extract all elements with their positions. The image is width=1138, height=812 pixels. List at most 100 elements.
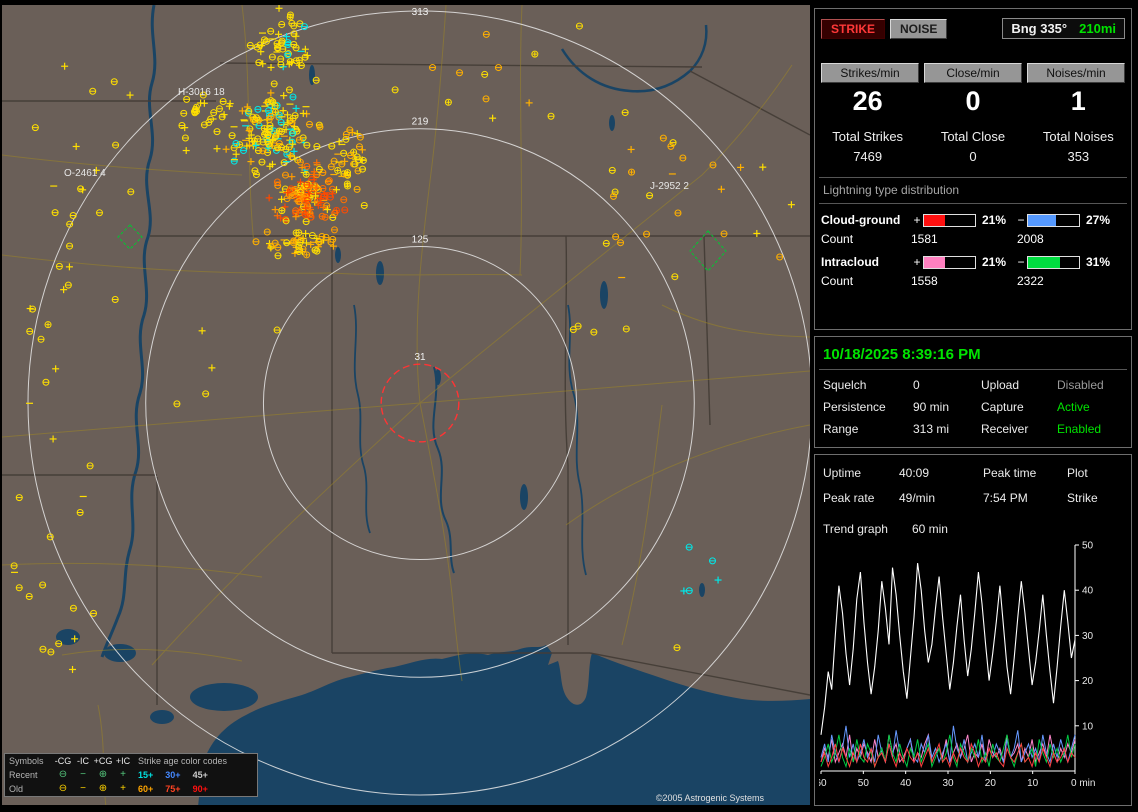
svg-text:313: 313 [412, 7, 429, 18]
circle-plus-icon: ⊕ [93, 769, 113, 781]
cg-minus-count: 2008 [1017, 232, 1125, 246]
svg-text:H-3016 18: H-3016 18 [178, 87, 225, 98]
age-code-30+: 30+ [165, 769, 180, 781]
lightning-map[interactable]: 31321912531H-3016 18O-2461 4J-2952 2 Sym… [2, 5, 810, 805]
map-canvas: 31321912531H-3016 18O-2461 4J-2952 2 [2, 5, 810, 805]
strikes-per-min-button[interactable]: Strikes/min [821, 63, 919, 83]
detector-diamond-icon [690, 231, 726, 271]
ic-minus-bar [1027, 256, 1080, 269]
total-strikes-label: Total Strikes [815, 129, 920, 144]
legend-recent-row: Recent ⊖ − ⊕ + 15+30+45+ [5, 768, 257, 782]
ic-minus-pct: 31% [1083, 255, 1119, 269]
cg-plus-count: 1581 [911, 232, 1017, 246]
divider [819, 203, 1127, 204]
svg-text:J-2952 2: J-2952 2 [650, 181, 689, 192]
svg-text:219: 219 [412, 117, 429, 128]
trend-header: Trend graph 60 min [823, 522, 1123, 536]
ic-plus-count: 1558 [911, 274, 1017, 288]
noise-toggle-button[interactable]: NOISE [890, 19, 947, 39]
cg-minus-bar [1027, 214, 1080, 227]
distribution-title: Lightning type distribution [823, 183, 1123, 197]
legend-symbols-label: Symbols [9, 755, 53, 767]
intracloud-label: Intracloud [821, 255, 911, 269]
range-value: 313 mi [913, 422, 981, 436]
copyright: ©2005 Astrogenic Systems [656, 793, 764, 803]
capture-value: Active [1057, 400, 1123, 414]
ic-minus-count: 2322 [1017, 274, 1125, 288]
squelch-value: 0 [913, 378, 981, 392]
trend-chart-canvas: 50403020106050403020100 min [819, 541, 1119, 791]
legend-header-row: Symbols -CG -IC +CG +IC Strike age color… [5, 754, 257, 768]
legend-old-row: Old ⊖ − ⊕ + 60+75+90+ [5, 782, 257, 796]
ic-count-row: Count 1558 2322 [821, 274, 1125, 288]
legend-col-nic: -IC [73, 755, 93, 767]
peak-time-value: 7:54 PM [983, 491, 1067, 505]
intracloud-row: Intracloud + 21% − 31% [821, 255, 1125, 269]
plot-label: Plot [1067, 466, 1123, 480]
receiver-value: Enabled [1057, 422, 1123, 436]
circle-minus-icon: ⊖ [53, 783, 73, 795]
peak-rate-label: Peak rate [823, 491, 899, 505]
cg-plus-bar [923, 214, 976, 227]
svg-text:40: 40 [1082, 586, 1094, 597]
status-row: Persistence 90 min Capture Active [823, 400, 1123, 414]
legend-old-label: Old [9, 783, 53, 795]
cg-minus-pct: 27% [1083, 213, 1119, 227]
noises-per-min-button[interactable]: Noises/min [1027, 63, 1125, 83]
svg-text:50: 50 [858, 778, 870, 789]
close-per-min-button[interactable]: Close/min [924, 63, 1022, 83]
trend-graph-label: Trend graph [823, 522, 888, 536]
circle-minus-icon: ⊖ [53, 769, 73, 781]
minus-icon: − [73, 769, 93, 781]
plus-icon: + [113, 769, 133, 781]
total-close-label: Total Close [920, 129, 1025, 144]
strikes-per-min-value: 26 [815, 86, 920, 117]
ic-count-label: Count [821, 274, 911, 288]
svg-text:10: 10 [1082, 721, 1094, 732]
persistence-label: Persistence [823, 400, 913, 414]
svg-text:60: 60 [819, 778, 827, 789]
legend-age-title: Strike age color codes [133, 755, 253, 767]
state-borders-layer [2, 63, 810, 705]
map-legend: Symbols -CG -IC +CG +IC Strike age color… [4, 753, 258, 797]
bearing-display: Bng 335° 210mi [1002, 18, 1125, 39]
cg-count-label: Count [821, 232, 911, 246]
control-panel: STRIKE NOISE Bng 335° 210mi Strikes/min … [812, 5, 1136, 807]
peak-time-label: Peak time [983, 466, 1067, 480]
cloud-ground-label: Cloud-ground [821, 213, 911, 227]
bearing-range: 210mi [1079, 21, 1116, 36]
strike-toggle-button[interactable]: STRIKE [821, 19, 885, 39]
svg-text:20: 20 [985, 778, 997, 789]
age-code-60+: 60+ [138, 783, 153, 795]
svg-text:50: 50 [1082, 541, 1094, 552]
cloud-ground-row: Cloud-ground + 21% − 27% [821, 213, 1125, 227]
trend-chart: 50403020106050403020100 min [819, 541, 1119, 796]
legend-col-pic: +IC [113, 755, 133, 767]
receiver-label: Receiver [981, 422, 1057, 436]
uptime-value: 40:09 [899, 466, 983, 480]
plus-icon: + [113, 783, 133, 795]
total-close-value: 0 [920, 149, 1025, 164]
status-box: 10/18/2025 8:39:16 PM Squelch 0 Upload D… [814, 336, 1132, 448]
plot-mode-value: Strike [1067, 491, 1123, 505]
trend-box: Uptime 40:09 Peak time Plot Peak rate 49… [814, 454, 1132, 806]
svg-text:10: 10 [1027, 778, 1039, 789]
legend-col-pcg: +CG [93, 755, 113, 767]
minus-icon: − [1015, 255, 1027, 269]
total-noises-label: Total Noises [1026, 129, 1131, 144]
cg-count-row: Count 1581 2008 [821, 232, 1125, 246]
persistence-value: 90 min [913, 400, 981, 414]
lightning-strikes-layer [11, 5, 795, 673]
map-labels-layer: 31321912531H-3016 18O-2461 4J-2952 2 [64, 7, 689, 363]
age-code-75+: 75+ [165, 783, 180, 795]
svg-text:31: 31 [414, 352, 426, 363]
plus-icon: + [911, 213, 923, 227]
cg-plus-pct: 21% [979, 213, 1015, 227]
datetime-display: 10/18/2025 8:39:16 PM [823, 346, 1123, 363]
svg-text:0 min: 0 min [1071, 778, 1095, 789]
uptime-label: Uptime [823, 466, 899, 480]
upload-value: Disabled [1057, 378, 1123, 392]
svg-text:O-2461 4: O-2461 4 [64, 168, 106, 179]
divider [819, 369, 1127, 370]
ic-plus-bar [923, 256, 976, 269]
